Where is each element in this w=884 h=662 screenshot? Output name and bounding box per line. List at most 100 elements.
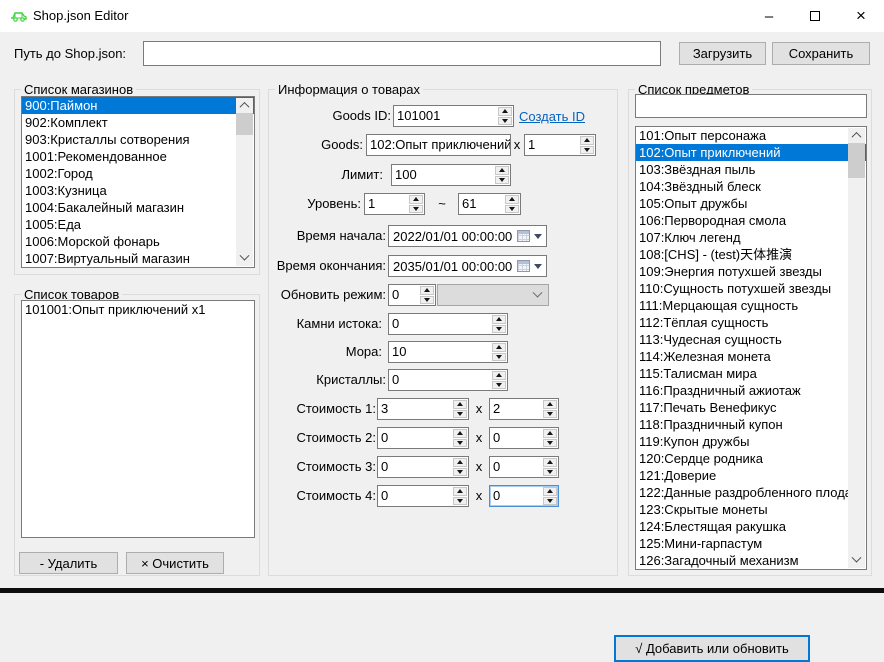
spin-up-button[interactable]: [543, 458, 557, 467]
spin-up-button[interactable]: [453, 429, 467, 438]
level-max-value[interactable]: 61: [459, 194, 504, 214]
cost3-count-value[interactable]: 0: [490, 457, 542, 477]
limit-spinner[interactable]: 100: [391, 164, 511, 186]
spin-up-button[interactable]: [492, 315, 506, 324]
shop-list-item[interactable]: 900:Паймон: [22, 97, 254, 114]
item-list-item[interactable]: 118:Праздничный купон: [636, 416, 866, 433]
spin-down-button[interactable]: [453, 439, 467, 448]
goods-list[interactable]: 101001:Опыт приключений x1: [21, 300, 255, 538]
item-list-item[interactable]: 125:Мини-гарпастум: [636, 535, 866, 552]
close-button[interactable]: ×: [838, 0, 884, 32]
item-list-item[interactable]: 113:Чудесная сущность: [636, 331, 866, 348]
crystals-spinner[interactable]: 0: [388, 369, 508, 391]
item-list-item[interactable]: 124:Блестящая ракушка: [636, 518, 866, 535]
item-list-item[interactable]: 105:Опыт дружбы: [636, 195, 866, 212]
item-list-item[interactable]: 112:Тёплая сущность: [636, 314, 866, 331]
path-input[interactable]: [143, 41, 661, 66]
item-list-item[interactable]: 121:Доверие: [636, 467, 866, 484]
crystals-value[interactable]: 0: [389, 370, 491, 390]
dropdown-arrow-icon[interactable]: [534, 234, 542, 239]
items-search-input[interactable]: [635, 94, 867, 118]
cost1-count-spinner[interactable]: 2: [489, 398, 559, 420]
cost4-item-spinner[interactable]: 0: [377, 485, 469, 507]
shop-list-item[interactable]: 1002:Город: [22, 165, 254, 182]
scroll-thumb[interactable]: [848, 143, 865, 178]
spin-down-button[interactable]: [543, 410, 557, 419]
shop-list-item[interactable]: 902:Комплект: [22, 114, 254, 131]
shop-list-item[interactable]: 1006:Морской фонарь: [22, 233, 254, 250]
cost1-count-value[interactable]: 2: [490, 399, 542, 419]
spin-down-button[interactable]: [498, 117, 512, 126]
time-end-picker[interactable]: 2035/01/01 00:00:00: [388, 255, 547, 277]
cost4-count-value[interactable]: 0: [490, 486, 542, 506]
maximize-button[interactable]: [792, 0, 838, 32]
time-end-value[interactable]: 2035/01/01 00:00:00: [393, 259, 513, 274]
level-min-spinner[interactable]: 1: [364, 193, 425, 215]
item-list-item[interactable]: 106:Первородная смола: [636, 212, 866, 229]
items-list[interactable]: 101:Опыт персонажа102:Опыт приключений10…: [635, 126, 867, 570]
primogems-value[interactable]: 0: [389, 314, 491, 334]
mora-value[interactable]: 10: [389, 342, 491, 362]
spin-down-button[interactable]: [420, 296, 434, 305]
cost2-item-spinner[interactable]: 0: [377, 427, 469, 449]
scroll-up-button[interactable]: [236, 98, 253, 113]
item-list-item[interactable]: 116:Праздничный ажиотаж: [636, 382, 866, 399]
time-start-value[interactable]: 2022/01/01 00:00:00: [393, 229, 513, 244]
shop-list-item[interactable]: 1004:Бакалейный магазин: [22, 199, 254, 216]
shop-list-item[interactable]: 1007:Виртуальный магазин: [22, 250, 254, 267]
spin-up-button[interactable]: [409, 195, 423, 204]
goods-list-item[interactable]: 101001:Опыт приключений x1: [22, 301, 254, 318]
cost1-item-value[interactable]: 3: [378, 399, 452, 419]
spin-up-button[interactable]: [492, 371, 506, 380]
item-list-item[interactable]: 104:Звёздный блеск: [636, 178, 866, 195]
cost3-item-value[interactable]: 0: [378, 457, 452, 477]
shop-list-item[interactable]: 903:Кристаллы сотворения: [22, 131, 254, 148]
items-scrollbar[interactable]: [848, 128, 865, 568]
refresh-mode-spinner[interactable]: 0: [388, 284, 436, 306]
spin-down-button[interactable]: [495, 176, 509, 185]
cost2-item-value[interactable]: 0: [378, 428, 452, 448]
spin-down-button[interactable]: [543, 497, 557, 506]
spin-up-button[interactable]: [543, 400, 557, 409]
item-list-item[interactable]: 120:Сердце родника: [636, 450, 866, 467]
item-list-item[interactable]: 107:Ключ легенд: [636, 229, 866, 246]
spin-up-button[interactable]: [498, 107, 512, 116]
spin-down-button[interactable]: [453, 497, 467, 506]
spin-down-button[interactable]: [453, 468, 467, 477]
goods-count-spinner[interactable]: 1: [524, 134, 596, 156]
item-list-item[interactable]: 101:Опыт персонажа: [636, 127, 866, 144]
shop-list-item[interactable]: 1001:Рекомендованное: [22, 148, 254, 165]
goods-id-spinner[interactable]: 101001: [393, 105, 514, 127]
spin-up-button[interactable]: [453, 487, 467, 496]
item-list-item[interactable]: 114:Железная монета: [636, 348, 866, 365]
minimize-button[interactable]: –: [746, 0, 792, 32]
scroll-down-button[interactable]: [236, 251, 253, 266]
item-list-item[interactable]: 126:Загадочный механизм: [636, 552, 866, 569]
cost2-count-spinner[interactable]: 0: [489, 427, 559, 449]
item-list-item[interactable]: 119:Купон дружбы: [636, 433, 866, 450]
add-or-update-button[interactable]: √ Добавить или обновить: [614, 635, 810, 662]
level-max-spinner[interactable]: 61: [458, 193, 521, 215]
cost3-count-spinner[interactable]: 0: [489, 456, 559, 478]
spin-down-button[interactable]: [492, 353, 506, 362]
limit-value[interactable]: 100: [392, 165, 494, 185]
cost4-item-value[interactable]: 0: [378, 486, 452, 506]
spin-up-button[interactable]: [453, 458, 467, 467]
spin-down-button[interactable]: [453, 410, 467, 419]
spin-up-button[interactable]: [543, 429, 557, 438]
goods-count-value[interactable]: 1: [525, 135, 579, 155]
spin-up-button[interactable]: [505, 195, 519, 204]
spin-up-button[interactable]: [420, 286, 434, 295]
spin-down-button[interactable]: [409, 205, 423, 214]
cost1-item-spinner[interactable]: 3: [377, 398, 469, 420]
shops-list[interactable]: 900:Паймон902:Комплект903:Кристаллы сотв…: [21, 96, 255, 268]
spin-down-button[interactable]: [580, 146, 594, 155]
spin-down-button[interactable]: [543, 439, 557, 448]
item-list-item[interactable]: 110:Сущность потухшей звезды: [636, 280, 866, 297]
save-button[interactable]: Сохранить: [772, 42, 870, 65]
item-list-item[interactable]: 111:Мерцающая сущность: [636, 297, 866, 314]
cost4-count-spinner[interactable]: 0: [489, 485, 559, 507]
item-list-item[interactable]: 109:Энергия потухшей звезды: [636, 263, 866, 280]
spin-up-button[interactable]: [495, 166, 509, 175]
item-list-item[interactable]: 123:Скрытые монеты: [636, 501, 866, 518]
